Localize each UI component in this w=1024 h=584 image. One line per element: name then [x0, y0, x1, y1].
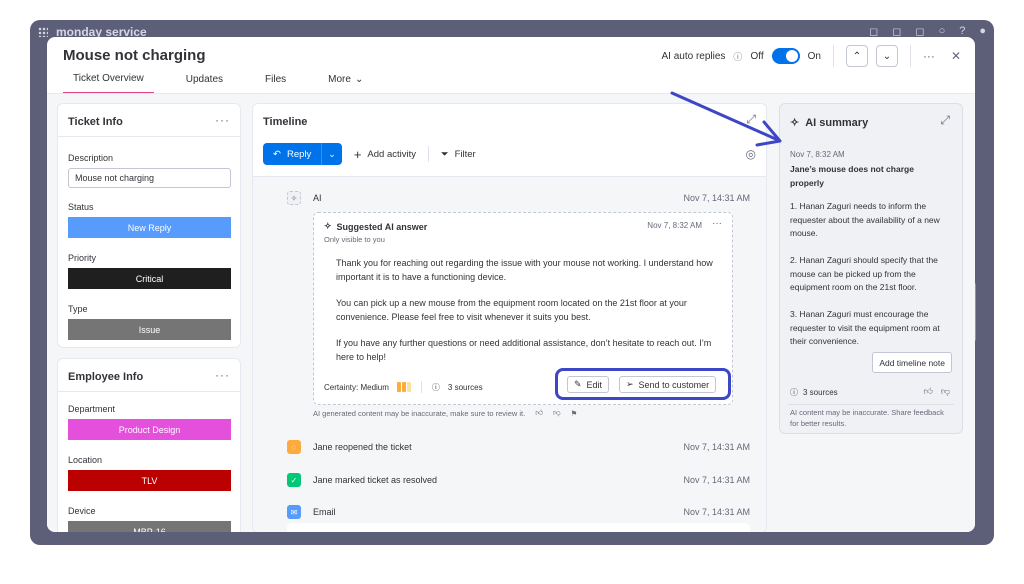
screenshot-stage: monday service ◻ ◻ ◻ ○ ? ● Mouse not cha… — [0, 0, 1024, 584]
annotation-arrow — [670, 91, 782, 147]
annotation-arrow-line — [670, 91, 780, 142]
